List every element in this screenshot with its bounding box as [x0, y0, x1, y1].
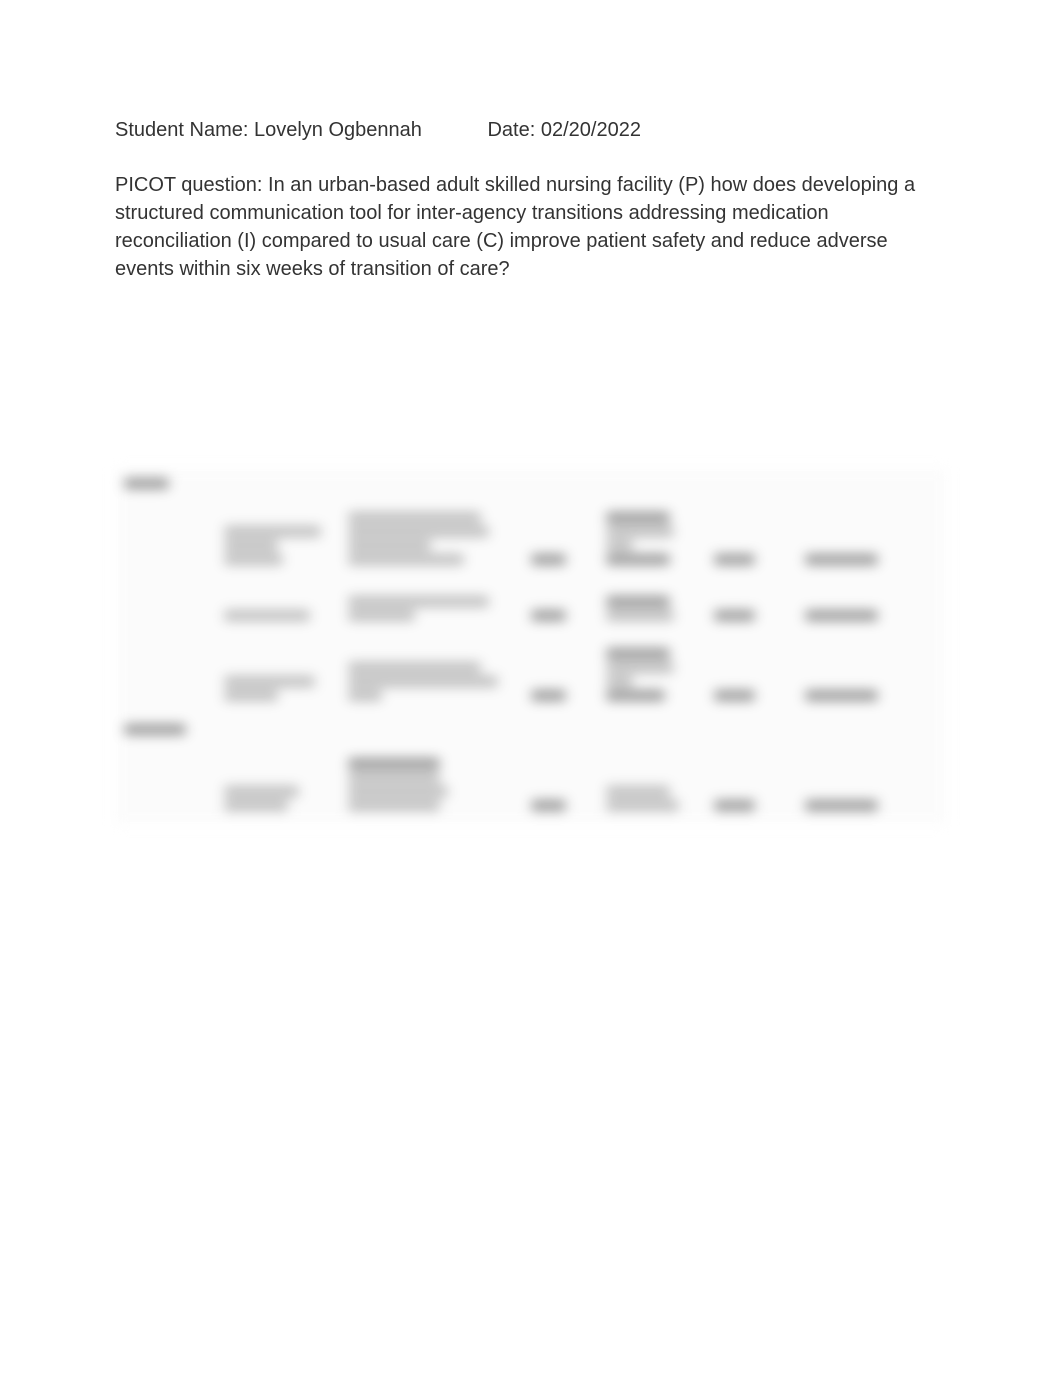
picot-question: PICOT question: In an urban-based adult …	[115, 171, 935, 283]
student-name-label: Student Name:	[115, 119, 248, 141]
date-value: 02/20/2022	[541, 119, 641, 141]
header-line: Student Name: Lovelyn Ogbennah Date: 02/…	[115, 115, 947, 145]
evidence-table	[115, 468, 947, 825]
table-section-row	[116, 715, 947, 745]
table-row	[116, 579, 947, 635]
table-row	[116, 499, 947, 579]
blurred-evidence-table	[115, 468, 947, 825]
table-row	[116, 745, 947, 825]
date-label: Date:	[487, 119, 535, 141]
table-row	[116, 635, 947, 715]
picot-label: PICOT question:	[115, 174, 262, 196]
student-name-value: Lovelyn Ogbennah	[254, 119, 422, 141]
table-section-row	[116, 469, 947, 499]
